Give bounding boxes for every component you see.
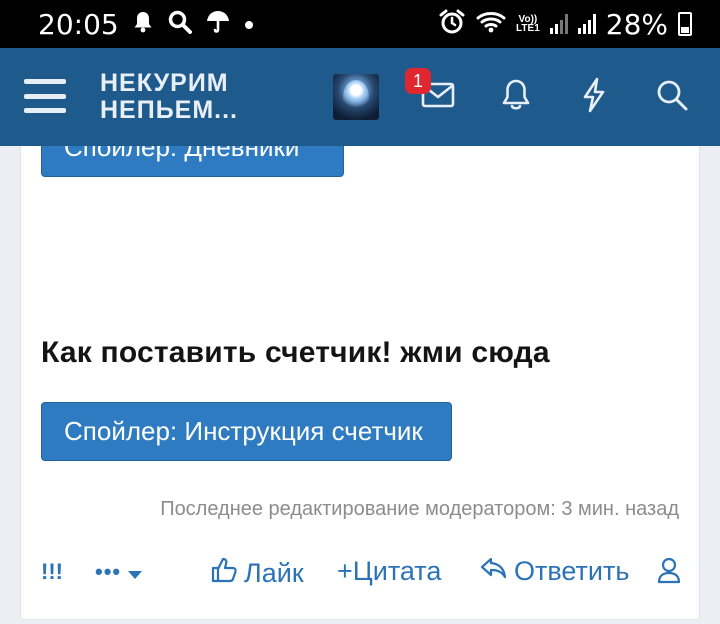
post-actions: !!! ••• Лайк +Цитата Ответить <box>21 550 699 594</box>
bell-icon <box>500 78 532 117</box>
more-options-button[interactable]: ••• <box>95 556 143 587</box>
battery-icon <box>678 12 692 36</box>
reply-label: Ответить <box>514 556 630 586</box>
reply-icon <box>480 556 508 587</box>
dot-icon <box>243 13 255 35</box>
reply-button[interactable]: Ответить <box>480 556 629 587</box>
battery-percent: 28% <box>605 7 668 41</box>
like-button[interactable]: Лайк <box>210 556 304 591</box>
status-time: 20:05 <box>38 7 119 41</box>
lightning-icon <box>580 77 608 118</box>
chevron-down-icon <box>127 556 143 587</box>
spoiler-diaries-button[interactable]: Спойлер: Дневники <box>41 146 344 177</box>
search-icon <box>167 9 193 39</box>
post-heading: Как поставить счетчик! жми сюда <box>41 336 550 369</box>
logo-line2: НЕПЬЕМ... <box>100 96 239 124</box>
quote-button[interactable]: +Цитата <box>337 556 441 587</box>
status-left: 20:05 <box>38 8 255 41</box>
user-icon[interactable] <box>657 556 681 584</box>
menu-icon[interactable] <box>24 79 66 113</box>
lte-label: LTE1 <box>516 23 540 34</box>
alerts-button[interactable] <box>492 73 540 121</box>
status-right: Vo)) LTE1 28% <box>438 8 692 41</box>
spoiler-instruction-button[interactable]: Спойлер: Инструкция счетчик <box>41 402 452 461</box>
site-header: НЕКУРИМ НЕПЬЕМ... 1 <box>0 48 720 146</box>
like-label: Лайк <box>244 558 304 588</box>
bell-icon <box>131 10 155 38</box>
bangs-link[interactable]: !!! <box>41 559 63 585</box>
umbrella-icon <box>205 9 231 39</box>
more-dots: ••• <box>95 558 122 584</box>
search-icon <box>655 78 689 117</box>
status-bar: 20:05 Vo)) LTE1 28% <box>0 0 720 48</box>
signal-icon <box>577 14 596 34</box>
whats-new-button[interactable] <box>570 73 618 121</box>
alarm-icon <box>438 8 466 41</box>
edited-note: Последнее редактирование модератором: 3 … <box>160 498 679 520</box>
wifi-icon <box>476 9 506 40</box>
avatar[interactable] <box>333 74 379 120</box>
thumbs-up-icon <box>210 556 238 591</box>
signal-icon <box>549 14 568 34</box>
site-logo[interactable]: НЕКУРИМ НЕПЬЕМ... <box>100 70 238 124</box>
post-card: Спойлер: Дневники Как поставить счетчик!… <box>20 146 700 620</box>
search-button[interactable] <box>648 73 696 121</box>
volte-icon: Vo)) LTE1 <box>516 15 540 34</box>
inbox-badge: 1 <box>405 68 431 94</box>
logo-line1: НЕКУРИМ <box>100 69 229 97</box>
